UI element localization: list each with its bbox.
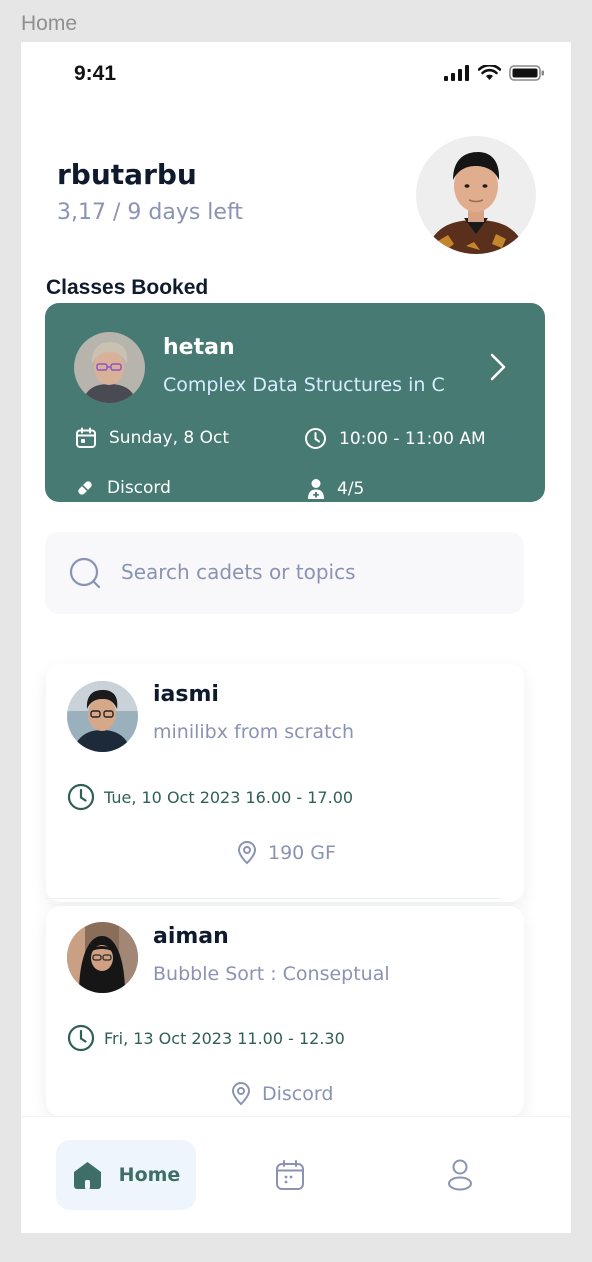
search-input[interactable]: Search cadets or topics [45,532,524,614]
person-add-icon [308,479,324,499]
booked-class-topic: Complex Data Structures in C [163,374,445,396]
nav-home-label: Home [118,1164,181,1186]
calendar-icon [76,427,96,448]
user-name: rbutarbu [57,158,197,191]
nav-calendar-button[interactable] [275,1159,305,1195]
location-pin-icon [237,841,257,865]
user-wallet-status: 3,17 / 9 days left [57,200,243,225]
booked-class-location: Discord [75,478,171,498]
class-location-text: 190 GF [268,842,336,864]
booked-class-attendees: 4/5 [307,478,364,500]
booked-class-time: 10:00 - 11:00 AM [304,427,486,450]
class-location-text: Discord [262,1083,334,1105]
battery-icon [509,65,544,81]
location-pin-icon [231,1082,251,1106]
phone-screen: 9:41 rbutarbu 3,17 / 9 days left Classes… [21,42,571,1233]
class-card[interactable]: iasmi minilibx from scratch Tue, 10 Oct … [46,664,524,902]
booked-class-avatar [74,332,145,403]
booked-class-time-text: 10:00 - 11:00 AM [339,428,486,449]
calendar-icon [276,1160,304,1190]
class-topic: minilibx from scratch [153,721,355,743]
class-tutor-name: iasmi [153,682,219,707]
class-topic: Bubble Sort : Conseptual [153,963,390,985]
home-icon [73,1162,101,1189]
section-title-classes-booked: Classes Booked [46,276,209,299]
booked-class-tutor: hetan [163,335,235,360]
frame-label: Home [21,12,78,35]
clock-icon [67,783,95,811]
status-icons [444,65,545,81]
booked-class-date: Sunday, 8 Oct [75,427,229,449]
class-datetime: Tue, 10 Oct 2023 16.00 - 17.00 [67,783,353,811]
nav-profile-button[interactable] [447,1159,473,1195]
clock-icon [305,428,326,449]
chevron-right-icon[interactable] [489,353,507,385]
wifi-icon [478,65,501,80]
divider [46,898,501,899]
profile-avatar[interactable] [416,136,536,254]
clock-icon [67,1024,95,1052]
search-placeholder: Search cadets or topics [121,560,356,584]
booked-class-date-text: Sunday, 8 Oct [109,428,230,448]
nav-home-button[interactable]: Home [56,1140,196,1210]
class-card[interactable]: aiman Bubble Sort : Conseptual Fri, 13 O… [46,906,524,1116]
class-datetime-text: Tue, 10 Oct 2023 16.00 - 17.00 [104,787,354,807]
class-tutor-avatar [67,922,138,993]
cellular-signal-icon [444,65,469,81]
class-tutor-name: aiman [153,924,229,949]
bottom-nav: Home [21,1116,571,1233]
profile-icon [448,1159,472,1191]
class-datetime-text: Fri, 13 Oct 2023 11.00 - 12.30 [104,1028,345,1048]
class-datetime: Fri, 13 Oct 2023 11.00 - 12.30 [67,1024,345,1052]
class-tutor-avatar [67,681,138,752]
class-location: 190 GF [236,841,336,865]
status-time: 9:41 [74,62,117,85]
link-icon [78,481,92,495]
search-icon [69,557,103,595]
booked-class-attendees-text: 4/5 [337,479,365,499]
booked-class-location-text: Discord [107,478,171,498]
booked-class-card[interactable]: hetan Complex Data Structures in C Sunda… [45,303,545,502]
class-location: Discord [230,1082,333,1106]
